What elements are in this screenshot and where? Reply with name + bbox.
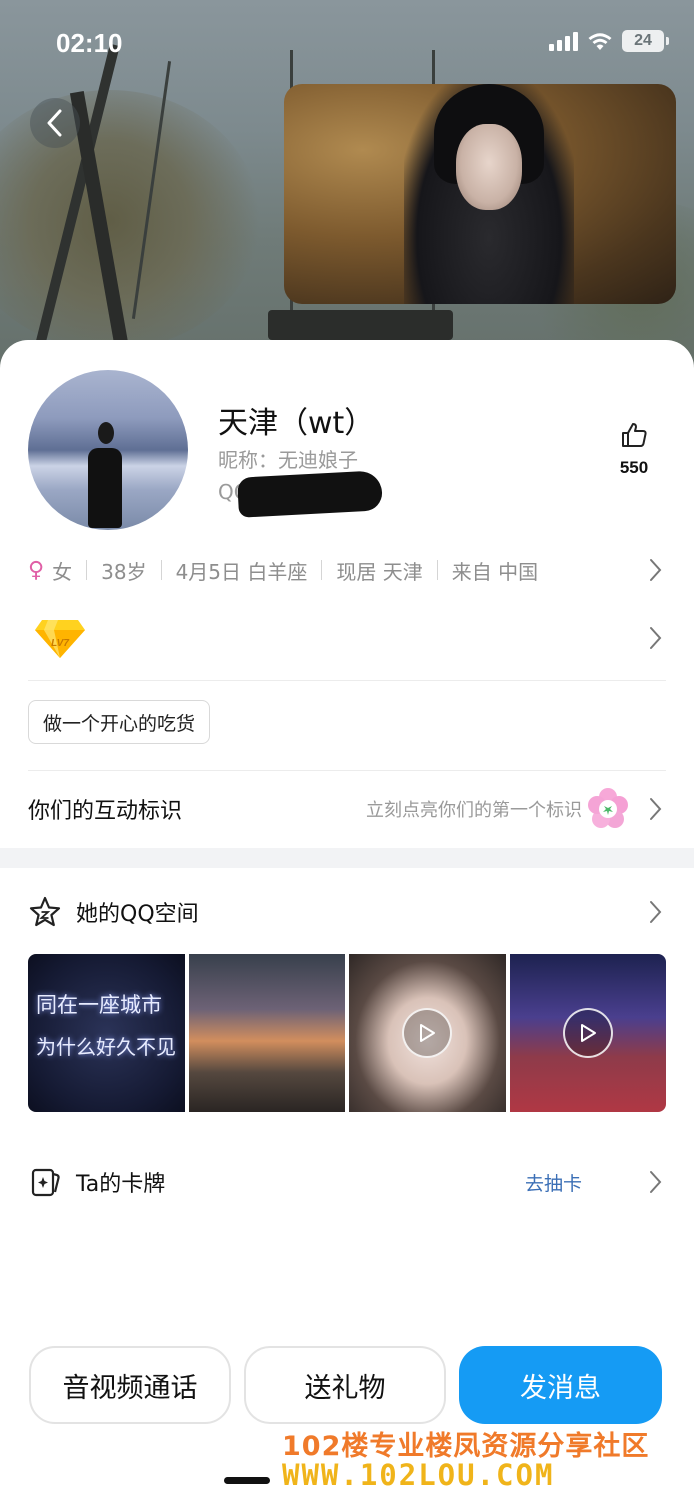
- status-time: 02:10: [56, 28, 123, 58]
- interaction-mark-row[interactable]: 你们的互动标识 立刻点亮你们的第一个标识: [28, 786, 668, 832]
- profile-tag[interactable]: 做一个开心的吃货: [28, 700, 211, 744]
- vip-row[interactable]: LV7: [28, 610, 668, 666]
- female-icon: ♀: [28, 557, 45, 583]
- star-icon: [29, 896, 61, 927]
- chevron-right-icon: [650, 559, 662, 581]
- chevron-left-icon: [47, 109, 62, 137]
- send-message-button[interactable]: 发消息: [459, 1346, 662, 1424]
- call-button[interactable]: 音视频通话: [29, 1346, 231, 1424]
- draw-card-link[interactable]: 去抽卡: [525, 1169, 582, 1196]
- cover-video[interactable]: [284, 84, 676, 304]
- profile-nickname: 昵称：无迪娘子: [218, 448, 358, 472]
- swing-seat: [268, 310, 453, 340]
- divider: [28, 680, 666, 681]
- flower-icon: [588, 788, 628, 828]
- profile-name: 天津（wt）: [218, 406, 375, 441]
- home-indicator[interactable]: [224, 1477, 270, 1484]
- qzone-thumb[interactable]: 同在一座城市 为什么好久不见: [28, 954, 185, 1112]
- interaction-title: 你们的互动标识: [28, 799, 183, 824]
- qzone-thumb[interactable]: [188, 954, 345, 1112]
- age-text: 38岁: [101, 559, 147, 584]
- back-button[interactable]: [30, 98, 80, 148]
- chevron-right-icon: [650, 901, 662, 923]
- chevron-right-icon: [650, 798, 662, 820]
- avatar[interactable]: [28, 370, 188, 530]
- like-button[interactable]: 550: [612, 420, 656, 478]
- gift-button[interactable]: 送礼物: [244, 1346, 446, 1424]
- interaction-hint: 立刻点亮你们的第一个标识: [366, 800, 582, 821]
- vip-level-badge: LV7: [51, 638, 69, 649]
- qzone-title: 她的QQ空间: [76, 902, 199, 927]
- card-icon: [31, 1168, 60, 1197]
- qzone-thumbnails: 同在一座城市 为什么好久不见: [28, 954, 666, 1112]
- play-icon: [402, 1008, 453, 1058]
- gender-text: 女: [52, 559, 73, 584]
- wifi-icon: [588, 33, 612, 50]
- origin-text: 来自 中国: [451, 559, 539, 584]
- profile-info-row[interactable]: ♀ 女 38岁 4月5日 白羊座 现居 天津 来自 中国: [28, 552, 668, 588]
- qzone-thumb-video[interactable]: [349, 954, 506, 1112]
- cards-title: Ta的卡牌: [76, 1172, 166, 1197]
- play-icon: [562, 1008, 613, 1058]
- cards-row[interactable]: Ta的卡牌 去抽卡: [28, 1160, 668, 1204]
- chevron-right-icon: [650, 627, 662, 649]
- diamond-vip-icon: LV7: [35, 620, 85, 658]
- like-count: 550: [619, 458, 649, 477]
- status-indicators: 24: [549, 30, 669, 52]
- signal-icon: [549, 31, 578, 51]
- redaction-mark: [237, 470, 383, 518]
- thumbs-up-icon: [622, 423, 647, 447]
- residence-text: 现居 天津: [336, 559, 423, 584]
- watermark-url: WWW.102LOU.COM: [282, 1458, 555, 1492]
- birthday-text: 4月5日 白羊座: [175, 559, 308, 584]
- thumb-caption: 同在一座城市: [36, 993, 162, 1017]
- thumb-caption: 为什么好久不见: [36, 1035, 176, 1059]
- divider: [28, 770, 666, 771]
- section-separator: [0, 848, 694, 868]
- qzone-thumb-video[interactable]: [509, 954, 666, 1112]
- chevron-right-icon: [650, 1171, 662, 1193]
- battery-icon: 24: [622, 30, 669, 52]
- qzone-row[interactable]: 她的QQ空间: [28, 890, 668, 934]
